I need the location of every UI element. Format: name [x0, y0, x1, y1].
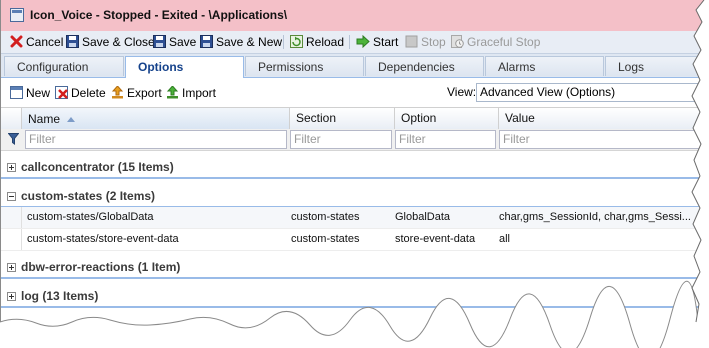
- torn-edge-decoration: [0, 0, 709, 348]
